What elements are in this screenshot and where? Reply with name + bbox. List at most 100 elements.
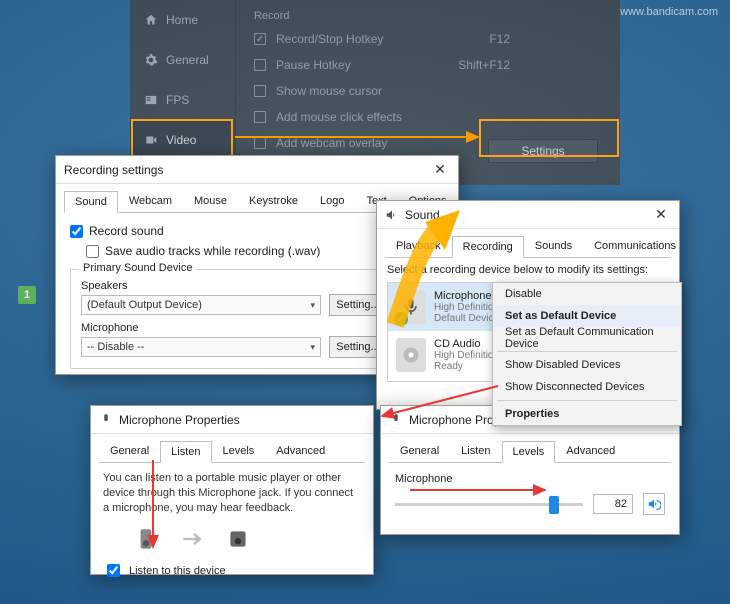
speaker-icon	[385, 208, 399, 222]
context-menu: Disable Set as Default Device Set as Def…	[492, 282, 682, 426]
select-microphone[interactable]: -- Disable -- ▾	[81, 337, 321, 357]
menu-set-default[interactable]: Set as Default Device	[493, 305, 681, 327]
tab-advanced[interactable]: Advanced	[555, 440, 626, 462]
row-value: Shift+F12	[458, 58, 510, 72]
tabs: General Listen Levels Advanced	[91, 434, 373, 462]
close-icon[interactable]: ✕	[651, 206, 671, 223]
mic-properties-listen-dialog: Microphone Properties General Listen Lev…	[90, 405, 374, 575]
gear-icon	[144, 53, 158, 67]
step-badge-1: 1	[18, 286, 36, 304]
select-value: (Default Output Device)	[87, 299, 202, 311]
tab-listen[interactable]: Listen	[160, 441, 211, 463]
tab-playback[interactable]: Playback	[385, 235, 452, 257]
select-value: -- Disable --	[87, 341, 144, 353]
tab-listen[interactable]: Listen	[450, 440, 501, 462]
arrow-right-icon	[179, 526, 205, 552]
checkbox-icon[interactable]	[254, 137, 266, 149]
microphone-icon: ✓	[396, 290, 426, 324]
checkbox-label: Record sound	[89, 224, 164, 238]
microphone-icon	[389, 413, 403, 427]
mute-button[interactable]	[643, 493, 665, 515]
chevron-down-icon: ▾	[310, 300, 315, 311]
tab-general[interactable]: General	[99, 440, 160, 462]
checkbox-icon[interactable]	[254, 33, 266, 45]
checkbox-listen-to-this-device[interactable]: Listen to this device	[103, 560, 361, 582]
menu-show-disconnected[interactable]: Show Disconnected Devices	[493, 376, 681, 398]
group-legend: Primary Sound Device	[79, 262, 196, 274]
button-label: Settings	[521, 144, 564, 158]
checkbox-icon[interactable]	[254, 85, 266, 97]
video-icon	[144, 133, 158, 147]
fps-icon	[144, 93, 158, 107]
row-record-hotkey[interactable]: Record/Stop Hotkey F12	[236, 26, 620, 52]
tab-webcam[interactable]: Webcam	[118, 190, 183, 212]
close-icon[interactable]: ✕	[430, 161, 450, 178]
tab-recording[interactable]: Recording	[452, 236, 524, 258]
sidebar-item-label: FPS	[166, 93, 189, 107]
player-icon	[133, 526, 159, 552]
select-speakers[interactable]: (Default Output Device) ▾	[81, 295, 321, 315]
tab-levels[interactable]: Levels	[212, 440, 266, 462]
sidebar-item-general[interactable]: General	[130, 40, 235, 80]
menu-disable[interactable]: Disable	[493, 283, 681, 305]
settings-button[interactable]: Settings	[488, 139, 598, 163]
dialog-title: Microphone Properties	[119, 413, 240, 427]
row-label: Add mouse click effects	[276, 110, 402, 124]
label-microphone: Microphone	[395, 473, 665, 485]
microphone-icon	[99, 413, 113, 427]
tab-levels[interactable]: Levels	[502, 441, 556, 463]
sidebar-item-fps[interactable]: FPS	[130, 80, 235, 120]
row-pause-hotkey[interactable]: Pause Hotkey Shift+F12	[236, 52, 620, 78]
checkbox-icon[interactable]	[254, 59, 266, 71]
tab-logo[interactable]: Logo	[309, 190, 355, 212]
checkbox-label: Save audio tracks while recording (.wav)	[105, 244, 320, 258]
sidebar-item-home[interactable]: Home	[130, 0, 235, 40]
row-click-effects[interactable]: Add mouse click effects	[236, 104, 620, 130]
dialog-body: You can listen to a portable music playe…	[91, 463, 373, 590]
checkbox-input[interactable]	[70, 225, 83, 238]
tab-mouse[interactable]: Mouse	[183, 190, 238, 212]
dialog-titlebar: Recording settings ✕	[56, 156, 458, 184]
tab-general[interactable]: General	[389, 440, 450, 462]
tabs: General Listen Levels Advanced	[381, 434, 679, 462]
illustration	[133, 526, 361, 552]
checkbox-input[interactable]	[86, 245, 99, 258]
dialog-title: Recording settings	[64, 163, 163, 177]
sidebar-item-label: Video	[166, 133, 196, 147]
row-value: F12	[489, 32, 510, 46]
dialog-title: Sound	[405, 208, 440, 222]
dialog-titlebar: Sound ✕	[377, 201, 679, 229]
sidebar-item-label: General	[166, 53, 209, 67]
menu-properties[interactable]: Properties	[493, 403, 681, 425]
checkbox-input[interactable]	[107, 564, 120, 577]
row-label: Record/Stop Hotkey	[276, 32, 383, 46]
tab-sound[interactable]: Sound	[64, 191, 118, 213]
watermark: www.bandicam.com	[620, 6, 718, 18]
speaker-icon	[647, 497, 661, 511]
home-icon	[144, 13, 158, 27]
row-mouse-cursor[interactable]: Show mouse cursor	[236, 78, 620, 104]
menu-show-disabled[interactable]: Show Disabled Devices	[493, 354, 681, 376]
check-icon: ✓	[394, 312, 408, 326]
tabs: Playback Recording Sounds Communications	[377, 229, 679, 257]
tab-sounds[interactable]: Sounds	[524, 235, 583, 257]
dialog-body: Microphone 82	[381, 463, 679, 525]
menu-set-default-comm[interactable]: Set as Default Communication Device	[493, 327, 681, 349]
checkbox-label: Listen to this device	[129, 565, 226, 577]
volume-value[interactable]: 82	[593, 494, 633, 514]
button-label: Setting...	[336, 299, 379, 311]
row-label: Pause Hotkey	[276, 58, 351, 72]
description: Select a recording device below to modif…	[387, 264, 669, 276]
slider-thumb[interactable]	[549, 496, 559, 514]
button-label: Setting...	[336, 341, 379, 353]
row-label: Add webcam overlay	[276, 136, 387, 150]
tab-communications[interactable]: Communications	[583, 235, 687, 257]
dialog-titlebar: Microphone Properties	[91, 406, 373, 434]
disc-icon	[396, 338, 426, 372]
tab-keystroke[interactable]: Keystroke	[238, 190, 309, 212]
checkbox-icon[interactable]	[254, 111, 266, 123]
sidebar-item-video[interactable]: Video	[130, 120, 235, 160]
volume-slider[interactable]	[395, 503, 583, 506]
tab-advanced[interactable]: Advanced	[265, 440, 336, 462]
chevron-down-icon: ▾	[310, 342, 315, 353]
